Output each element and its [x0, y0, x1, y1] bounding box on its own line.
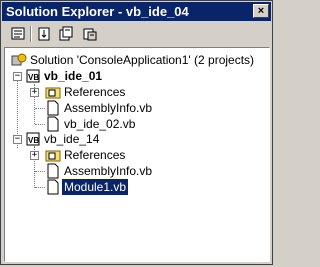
collapse-toggle[interactable]: −	[13, 72, 22, 81]
view-code-icon	[11, 27, 25, 40]
expand-toggle[interactable]: +	[30, 88, 39, 97]
window-title: Solution Explorer - vb_ide_04	[6, 4, 189, 19]
properties-icon	[38, 27, 50, 41]
collapse-toggle[interactable]: −	[13, 135, 22, 144]
view-code-button[interactable]	[10, 26, 26, 42]
vb-project-icon: VB	[26, 69, 40, 83]
toolbar-separator	[30, 26, 32, 42]
solution-tree[interactable]: Solution 'ConsoleApplication1' (2 projec…	[4, 47, 270, 262]
expand-toggle[interactable]: +	[30, 151, 39, 160]
file-label: AssemblyInfo.vb	[64, 101, 153, 115]
title-bar[interactable]: Solution Explorer - vb_ide_04 ×	[2, 2, 271, 21]
properties-button[interactable]	[36, 26, 52, 42]
vb-file-icon	[47, 116, 59, 132]
vb-project-icon: VB	[26, 132, 40, 146]
solution-icon	[11, 53, 27, 66]
close-button[interactable]: ×	[253, 4, 269, 18]
show-all-files-icon	[59, 26, 73, 41]
file-label: AssemblyInfo.vb	[64, 164, 153, 178]
references-folder-icon	[45, 87, 61, 99]
project-label: vb_ide_01	[44, 69, 103, 83]
refresh-button[interactable]	[82, 26, 98, 42]
vb-file-icon	[47, 163, 59, 179]
solution-label: Solution 'ConsoleApplication1' (2 projec…	[30, 53, 255, 67]
references-folder-icon	[45, 150, 61, 162]
vb-file-icon	[47, 179, 59, 195]
close-icon: ×	[257, 5, 265, 17]
vb-file-icon	[47, 100, 59, 116]
svg-text:VB: VB	[28, 136, 39, 145]
tree-line	[35, 124, 45, 125]
refresh-icon	[83, 28, 97, 41]
tree-line	[35, 187, 45, 188]
tree-line	[35, 171, 45, 172]
show-all-files-button[interactable]	[58, 26, 74, 42]
project-label: vb_ide_14	[44, 132, 100, 146]
toolbar	[2, 22, 271, 46]
references-label: References	[64, 148, 126, 162]
tree-line	[35, 108, 45, 109]
solution-explorer-window: Solution Explorer - vb_ide_04 × Solution…	[0, 0, 273, 265]
references-label: References	[64, 85, 126, 99]
file-label: Module1.vb	[60, 178, 130, 196]
svg-text:VB: VB	[28, 73, 39, 82]
file-label: vb_ide_02.vb	[64, 117, 136, 131]
